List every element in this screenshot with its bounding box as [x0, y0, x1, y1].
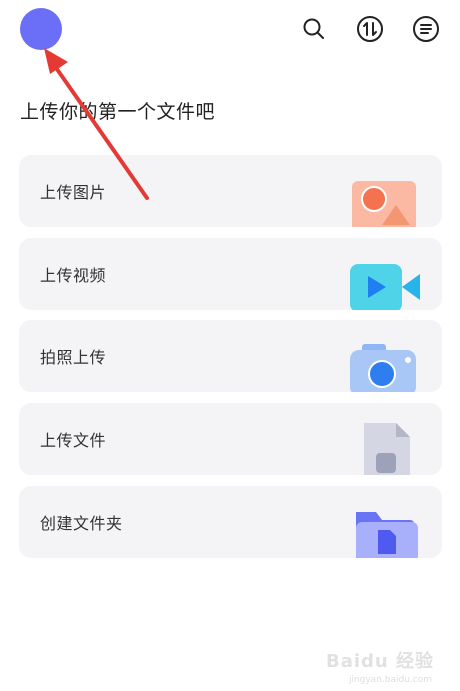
- upload-file-card[interactable]: 上传文件: [19, 403, 442, 475]
- upload-image-card[interactable]: 上传图片: [19, 155, 442, 227]
- file-upload-icon: [348, 423, 420, 475]
- transfer-icon[interactable]: [356, 15, 384, 43]
- menu-icon[interactable]: [412, 15, 440, 43]
- folder-create-icon: [348, 506, 420, 558]
- card-label: 拍照上传: [40, 348, 107, 367]
- card-label: 上传文件: [40, 431, 107, 450]
- card-label: 上传视频: [40, 266, 107, 285]
- create-folder-card[interactable]: 创建文件夹: [19, 486, 442, 558]
- image-upload-icon: [348, 175, 420, 227]
- watermark-logo: Baidu 经验: [325, 651, 434, 672]
- camera-upload-icon: [348, 340, 420, 392]
- avatar[interactable]: [20, 8, 62, 50]
- take-photo-card[interactable]: 拍照上传: [19, 320, 442, 392]
- upload-video-card[interactable]: 上传视频: [19, 238, 442, 310]
- card-label: 创建文件夹: [40, 514, 123, 533]
- watermark-url: jingyan.baidu.com: [348, 675, 432, 685]
- card-label: 上传图片: [40, 183, 107, 202]
- page-title: 上传你的第一个文件吧: [20, 101, 216, 123]
- video-upload-icon: [348, 258, 420, 310]
- search-icon[interactable]: [300, 15, 328, 43]
